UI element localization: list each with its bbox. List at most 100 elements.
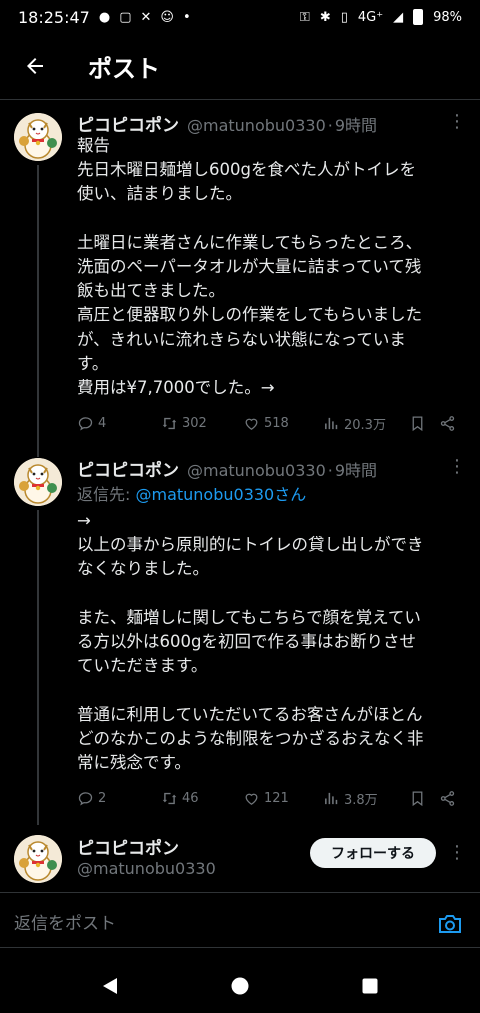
- tweet-line: 費用は¥7,7000でした。→: [77, 378, 275, 398]
- reply-bar: [0, 901, 480, 947]
- reply-context: 返信先: @matunobu0330さん: [77, 481, 306, 505]
- tweet-text: 報告 先日木曜日麺増し600gを食べた人がトイレを 使い、詰まりました。 土曜日…: [77, 134, 467, 400]
- reply-count: 4: [98, 415, 107, 431]
- handle[interactable]: @matunobu0330: [187, 461, 326, 480]
- avatar[interactable]: [14, 458, 62, 506]
- header-divider: [0, 99, 480, 100]
- bookmark-button[interactable]: [409, 790, 439, 807]
- profile-handle[interactable]: @matunobu0330: [77, 859, 216, 878]
- tweet-line: が、きれいに流れきらない状態になっていま: [77, 329, 406, 349]
- home-circle-icon[interactable]: [230, 976, 250, 996]
- tweet-line: どのなかこのような制限をつかざるおえなく非: [77, 728, 424, 748]
- reply-to-mention[interactable]: @matunobu0330さん: [135, 485, 306, 504]
- avatar[interactable]: [14, 835, 62, 883]
- repost-button[interactable]: 302: [161, 415, 243, 432]
- battery-icon: [413, 9, 424, 25]
- reply-input[interactable]: [0, 901, 420, 947]
- like-button[interactable]: 518: [243, 415, 323, 432]
- repost-count: 46: [182, 790, 199, 806]
- bookmark-button[interactable]: [409, 415, 439, 432]
- heart-icon: [245, 418, 258, 430]
- reply-to-prefix: 返信先:: [77, 485, 136, 504]
- reply-button[interactable]: 4: [77, 415, 161, 432]
- tweet-line: なくなりました。: [77, 559, 209, 579]
- network-type: 4G⁺: [357, 9, 384, 25]
- tweet-line: 報告: [77, 136, 110, 155]
- tweet-line: ていただきます。: [77, 656, 208, 676]
- share-icon: [440, 790, 455, 806]
- tweet-line: [77, 678, 467, 702]
- thread-line: [37, 510, 39, 825]
- timestamp[interactable]: 9時間: [335, 457, 377, 480]
- views-button[interactable]: 20.3万: [323, 414, 409, 433]
- handle[interactable]: @matunobu0330: [187, 116, 326, 135]
- arrow-left-icon: [27, 58, 43, 74]
- views-icon: [325, 792, 338, 804]
- camera-button[interactable]: [420, 901, 480, 947]
- timestamp[interactable]: 9時間: [335, 112, 377, 135]
- share-icon: [440, 415, 455, 431]
- tweet-line: 土曜日に業者さんに作業してもらったところ、: [77, 232, 423, 252]
- repost-icon: [162, 792, 177, 804]
- tweet-line: また、麺増しに関してもこちらで顔を覚えてい: [77, 607, 421, 627]
- lucky-cat-avatar-icon: [14, 113, 62, 161]
- recents-square-icon[interactable]: [360, 976, 380, 996]
- page-title: ポスト: [88, 54, 160, 83]
- battery-level: 98%: [433, 9, 462, 25]
- more-options-button[interactable]: ⋮: [448, 456, 466, 478]
- tweet-line: 使い、詰まりました。: [77, 184, 242, 204]
- reply-button[interactable]: 2: [77, 790, 161, 807]
- back-triangle-icon[interactable]: [100, 976, 120, 996]
- more-options-button[interactable]: ⋮: [448, 111, 466, 133]
- reply-icon: [78, 791, 93, 805]
- avatar[interactable]: [14, 113, 62, 161]
- bluetooth-icon: ✱: [319, 9, 331, 25]
- tweet-line: 普通に利用していただいてるお客さんがほとん: [77, 704, 423, 724]
- follow-button[interactable]: フォローする: [310, 838, 436, 868]
- lucky-cat-avatar-icon: [14, 835, 62, 883]
- display-name[interactable]: ピコピコポン: [77, 456, 179, 480]
- tweet-line: 飯も出てきました。: [77, 281, 226, 301]
- tweet-header: ピコピコポン @matunobu0330 · 9時間: [77, 111, 444, 135]
- tweet-line: [77, 582, 467, 606]
- back-button[interactable]: [0, 34, 70, 98]
- key-icon: ⚿: [299, 9, 310, 25]
- share-button[interactable]: [439, 415, 456, 432]
- divider: [0, 892, 480, 893]
- status-left: 18:25:47 ● ▢ ✕ ☺ •: [18, 8, 191, 27]
- tweet-actions: 2 46 121 3.8万: [77, 786, 462, 810]
- like-button[interactable]: 121: [243, 790, 323, 807]
- profile-name[interactable]: ピコピコポン: [77, 834, 179, 859]
- tweet-line: 洗面のペーパータオルが大量に詰まっていて残: [77, 257, 422, 276]
- like-count: 121: [264, 790, 289, 806]
- system-nav-bar: [0, 958, 480, 1013]
- camera-notification-icon: ●: [98, 9, 111, 25]
- more-options-button[interactable]: ⋮: [448, 842, 466, 864]
- tweet-line: 常に残念です。: [77, 753, 191, 772]
- repost-button[interactable]: 46: [161, 790, 243, 807]
- tweet-line: 高圧と便器取り外しの作業をしてもらいました: [77, 305, 423, 325]
- views-button[interactable]: 3.8万: [323, 789, 409, 808]
- camera-icon: [439, 915, 461, 933]
- heart-icon: [245, 793, 258, 805]
- status-bar: 18:25:47 ● ▢ ✕ ☺ • ⚿ ✱ ▯ 4G⁺ ◢ 98%: [0, 0, 480, 34]
- x-notification-icon: ✕: [140, 9, 152, 25]
- tweet-line: 先日木曜日麺増し600gを食べた人がトイレを: [77, 160, 416, 180]
- views-count: 3.8万: [344, 792, 378, 808]
- tweet-header: ピコピコポン @matunobu0330 · 9時間: [77, 456, 444, 480]
- separator-dot: ·: [327, 116, 333, 135]
- views-count: 20.3万: [344, 417, 386, 433]
- reply-icon: [78, 416, 93, 430]
- thread-line: [37, 165, 39, 457]
- share-button[interactable]: [439, 790, 456, 807]
- views-icon: [325, 417, 338, 429]
- tweet-actions: 4 302 518 20.3万: [77, 411, 462, 435]
- tweet-text: → 以上の事から原則的にトイレの貸し出しができ なくなりました。 また、麺増しに…: [77, 509, 467, 775]
- repost-icon: [162, 417, 177, 429]
- signal-icon: ◢: [393, 9, 404, 25]
- reply-count: 2: [98, 790, 107, 806]
- bookmark-icon: [412, 790, 423, 806]
- tweet-line: す。: [77, 353, 109, 373]
- tweet-line: る方以外は600gを初回で作る事はお断りさせ: [77, 632, 416, 651]
- display-name[interactable]: ピコピコポン: [77, 111, 179, 135]
